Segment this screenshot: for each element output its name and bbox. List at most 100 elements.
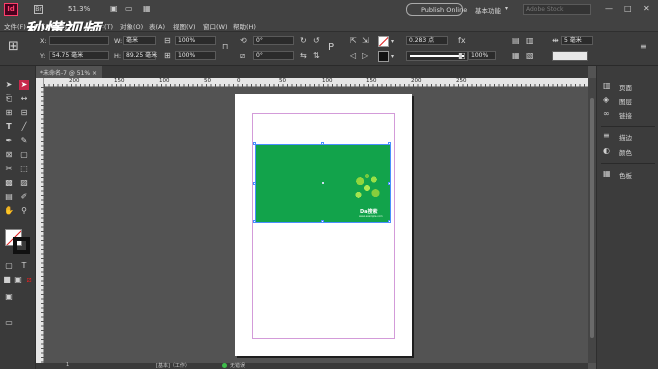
w-field[interactable]: 毫米 [123,36,156,45]
align-icon[interactable]: ▥ [526,37,534,45]
effects-icon[interactable]: fx [458,37,466,45]
menu-window[interactable]: 窗口(W) [203,21,228,31]
apply-color-icon[interactable]: ■ [2,275,12,285]
scissors-tool-icon[interactable]: ✂ [4,164,14,174]
rotate-field[interactable]: 0° [253,36,294,45]
menu-object[interactable]: 对象(O) [120,21,143,31]
gradient-swatch-tool-icon[interactable]: ▩ [4,178,14,188]
fill-swatch[interactable] [378,36,389,47]
h-field[interactable]: 89.25 毫米 [123,51,157,60]
eyedropper-tool-icon[interactable]: ✐ [19,192,29,202]
text-wrap-icon[interactable]: ▤ [512,37,520,45]
horizontal-ruler[interactable]: 200 150 100 50 0 50 100 150 200 250 [44,78,588,87]
view-options-icon[interactable]: ▣ [110,5,118,13]
chevron-down-icon[interactable]: ▾ [505,5,508,13]
frame-handle-br[interactable] [388,220,391,223]
direct-selection-tool-icon[interactable]: ➤ [19,80,29,90]
pen-tool-icon[interactable]: ✒ [4,136,14,146]
frame-handle-tc[interactable] [321,142,324,145]
panel-item-swatches[interactable]: ▦ 色板 [597,168,658,181]
reference-point-icon[interactable]: ⊞ [8,40,19,53]
page-number[interactable]: 1 [66,362,69,368]
preflight-status[interactable]: 无错误 [230,362,245,369]
rectangle-frame-tool-icon[interactable]: ⊠ [4,150,14,160]
arrange-documents-icon[interactable]: ▦ [143,5,151,13]
formatting-affects-container-icon[interactable]: ▢ [4,261,14,271]
menu-help[interactable]: 帮助(H) [233,21,256,31]
select-container-icon[interactable]: ⇱ [350,37,357,45]
chevron-down-icon[interactable]: ▾ [391,38,394,46]
y-field[interactable]: 54.75 毫米 [49,51,109,60]
frame-handle-tr[interactable] [388,142,391,145]
column-gap-icon[interactable]: ▧ [526,52,534,60]
rectangle-tool-icon[interactable]: ▢ [19,150,29,160]
rotate-cw-icon[interactable]: ↻ [300,37,307,45]
publish-online-button[interactable]: Publish Online [406,3,467,16]
hand-tool-icon[interactable]: ✋ [4,206,14,216]
zoom-tool-icon[interactable]: ⚲ [19,206,29,216]
distribute-icon[interactable]: ▦ [512,52,520,60]
scrollbar-thumb[interactable] [590,98,594,338]
panel-item-color[interactable]: ◐ 颜色 [597,145,658,158]
proxy-p-icon[interactable]: P [328,43,334,53]
gap-tool-icon[interactable]: ↔ [19,94,29,104]
select-content-icon[interactable]: ⇲ [362,37,369,45]
vertical-scrollbar[interactable] [588,78,596,363]
drop-shadow-icon[interactable]: ◧ [458,52,466,60]
shear-field[interactable]: 0° [253,51,294,60]
scale-x-field[interactable]: 100% [175,36,216,45]
close-icon[interactable]: ✕ [643,5,650,13]
panel-item-links[interactable]: ∞ 链接 [597,108,658,121]
stroke-color-box[interactable] [13,237,30,254]
content-collector-icon[interactable]: ⊞ [4,108,14,118]
scale-y-field[interactable]: 100% [175,51,216,60]
panel-menu-icon[interactable]: ≡ [640,43,647,51]
opacity-field[interactable]: 100% [468,51,496,60]
select-next-icon[interactable]: ▷ [362,52,368,60]
line-tool-icon[interactable]: ╱ [19,122,29,132]
bridge-icon[interactable]: Br [34,5,43,14]
zoom-level[interactable]: 51.3% [68,5,90,13]
gradient-feather-tool-icon[interactable]: ▨ [19,178,29,188]
preview-mode-icon[interactable]: ▭ [4,318,14,328]
screen-mode-icon[interactable]: ▭ [125,5,133,13]
minimize-icon[interactable]: — [605,5,613,13]
constrain-proportions-icon[interactable]: ⊓ [222,43,228,51]
panel-item-stroke[interactable]: ≡ 描边 [597,130,658,143]
document-tab[interactable]: *未命名-7 @ 51% × [36,66,102,78]
gap-field[interactable]: 5 毫米 [561,36,593,45]
stroke-swatch[interactable] [378,51,389,62]
formatting-affects-text-icon[interactable]: T [19,261,29,271]
frame-handle-ml[interactable] [253,182,256,185]
normal-mode-icon[interactable]: ▣ [4,292,14,302]
pencil-tool-icon[interactable]: ✎ [19,136,29,146]
panel-item-pages[interactable]: ▥ 页面 [597,80,658,93]
frame-handle-bc[interactable] [321,220,324,223]
adobe-stock-search[interactable]: Adobe Stock [523,4,591,15]
select-prev-icon[interactable]: ◁ [350,52,356,60]
menu-table[interactable]: 表(A) [149,21,165,31]
panel-item-layers[interactable]: ◈ 图层 [597,94,658,107]
free-transform-tool-icon[interactable]: ⬚ [19,164,29,174]
workspace-switcher[interactable]: 基本功能 [475,5,501,15]
frame-handle-tl[interactable] [253,142,256,145]
object-style-field[interactable] [552,51,588,61]
type-tool-icon[interactable]: T [4,122,14,132]
flip-horizontal-icon[interactable]: ⇆ [300,52,307,60]
page-tool-icon[interactable]: ⎗ [4,94,14,104]
apply-gradient-icon[interactable]: ▣ [13,275,23,285]
maximize-icon[interactable]: □ [624,5,632,13]
menu-view[interactable]: 视图(V) [173,21,196,31]
chevron-down-icon[interactable]: ▾ [391,53,394,61]
stroke-weight-field[interactable]: 0.283 点 [406,36,448,45]
selected-image-frame[interactable]: Da搜索 www.example.com [253,142,391,223]
apply-none-icon[interactable]: ⧄ [24,275,34,285]
vertical-ruler[interactable] [36,78,44,363]
flip-vertical-icon[interactable]: ⇅ [313,52,320,60]
note-tool-icon[interactable]: ▤ [4,192,14,202]
selection-tool-icon[interactable]: ➤ [4,80,14,90]
rotate-ccw-icon[interactable]: ↺ [313,37,320,45]
frame-handle-bl[interactable] [253,220,256,223]
frame-handle-mr[interactable] [388,182,391,185]
content-placer-icon[interactable]: ⊟ [19,108,29,118]
